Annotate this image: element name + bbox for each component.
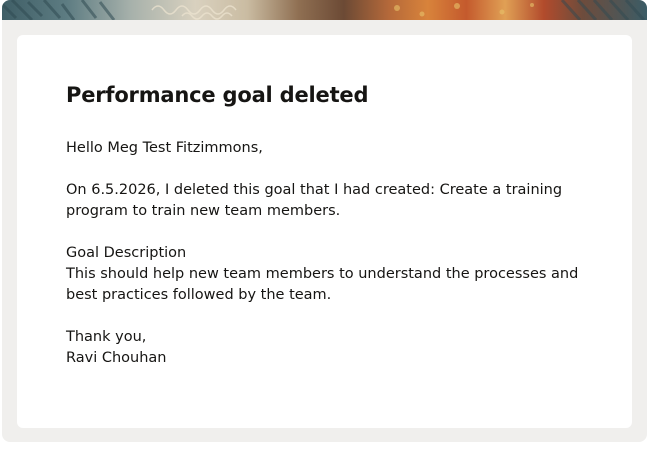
closing-text: Thank you,	[66, 329, 147, 345]
email-content: Performance goal deleted Hello Meg Test …	[66, 80, 606, 369]
greeting-text: Hello Meg Test Fitzimmons,	[66, 140, 263, 156]
email-card: Performance goal deleted Hello Meg Test …	[17, 35, 632, 428]
email-body: Hello Meg Test Fitzimmons, On 6.5.2026, …	[66, 138, 606, 369]
signature-section: Thank you, Ravi Chouhan	[66, 327, 606, 369]
email-frame: Performance goal deleted Hello Meg Test …	[2, 0, 647, 442]
sender-name: Ravi Chouhan	[66, 350, 167, 366]
goal-description-section: Goal Description This should help new te…	[66, 243, 606, 306]
goal-description-label: Goal Description	[66, 245, 187, 261]
goal-description-text: This should help new team members to und…	[66, 266, 579, 303]
decorative-banner	[2, 0, 647, 20]
email-title: Performance goal deleted	[66, 83, 369, 107]
banner-pattern	[2, 0, 646, 20]
deletion-message: On 6.5.2026, I deleted this goal that I …	[66, 182, 563, 219]
